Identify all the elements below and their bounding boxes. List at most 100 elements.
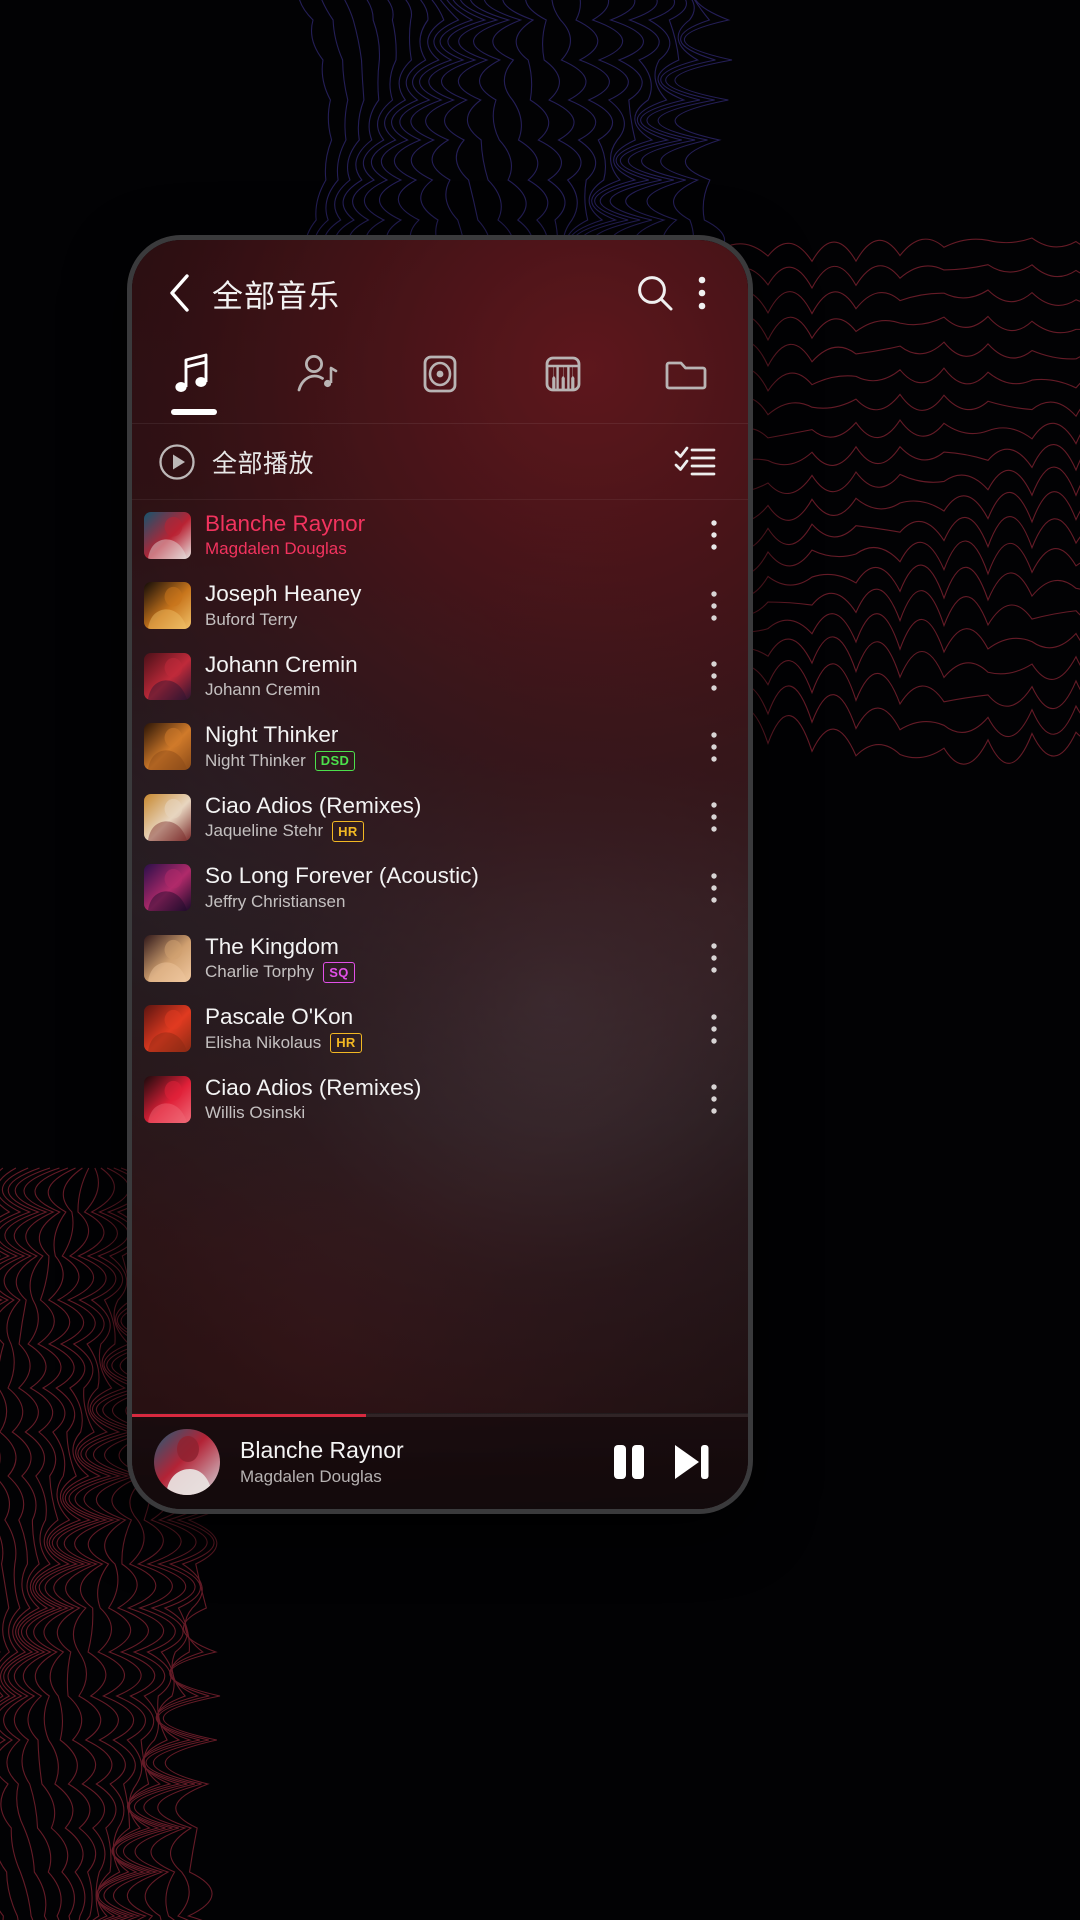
track-meta: Joseph Heaney Buford Terry <box>205 581 694 630</box>
artwork-image <box>144 652 191 700</box>
track-artist: Buford Terry <box>205 609 298 629</box>
track-subtitle-line: Night Thinker DSD <box>205 750 688 772</box>
track-title: The Kingdom <box>205 933 339 959</box>
pause-icon <box>614 1444 644 1479</box>
more-vertical-icon <box>711 802 717 832</box>
artwork-image <box>144 793 191 841</box>
tab-active-indicator <box>294 409 340 415</box>
overflow-menu-button[interactable] <box>682 266 722 320</box>
track-meta: Johann Cremin Johann Cremin <box>205 652 694 701</box>
chevron-left-icon <box>170 274 189 312</box>
more-vertical-icon <box>711 732 717 762</box>
track-row[interactable]: Blanche Raynor Magdalen Douglas <box>132 500 748 571</box>
track-meta: Ciao Adios (Remixes) Jaqueline Stehr HR <box>205 793 694 842</box>
track-overflow-button[interactable] <box>694 1001 734 1057</box>
track-title: Ciao Adios (Remixes) <box>205 1074 422 1100</box>
quality-badge: SQ <box>323 962 355 983</box>
artwork-image <box>144 511 191 559</box>
track-subtitle-line: Johann Cremin <box>205 680 688 700</box>
track-artwork <box>144 793 191 841</box>
track-artwork <box>144 511 191 559</box>
track-row[interactable]: Ciao Adios (Remixes) Jaqueline Stehr HR <box>132 782 748 853</box>
track-artwork <box>144 1005 191 1053</box>
app-header: 全部音乐 <box>132 240 748 346</box>
track-overflow-button[interactable] <box>694 578 734 634</box>
track-meta: The Kingdom Charlie Torphy SQ <box>205 934 694 983</box>
track-artwork <box>144 582 191 630</box>
track-subtitle-line: Elisha Nikolaus HR <box>205 1032 688 1054</box>
track-row[interactable]: So Long Forever (Acoustic) Jeffry Christ… <box>132 853 748 924</box>
track-overflow-button[interactable] <box>694 930 734 986</box>
track-title: So Long Forever (Acoustic) <box>205 863 479 889</box>
track-artwork <box>144 934 191 982</box>
more-vertical-icon <box>711 520 717 550</box>
playback-progress-bar[interactable] <box>132 1414 748 1417</box>
tab-active-indicator <box>540 409 586 415</box>
next-track-button[interactable] <box>660 1431 722 1493</box>
category-tabbar <box>132 346 748 424</box>
track-overflow-button[interactable] <box>694 719 734 775</box>
track-subtitle-line: Jeffry Christiansen <box>205 892 688 912</box>
track-subtitle-line: Magdalen Douglas <box>205 539 688 559</box>
track-title: Night Thinker <box>205 722 339 748</box>
play-all-label: 全部播放 <box>212 449 315 478</box>
track-artist: Charlie Torphy <box>205 962 315 982</box>
artwork-image <box>144 1005 191 1053</box>
music-app: 全部音乐 全部播放 Blanche Raynor Magdalen Dougla… <box>132 240 748 1509</box>
track-row[interactable]: Ciao Adios (Remixes) Willis Osinski <box>132 1064 748 1135</box>
track-meta: Blanche Raynor Magdalen Douglas <box>205 511 694 560</box>
more-vertical-icon <box>711 591 717 621</box>
now-playing-meta: Blanche Raynor Magdalen Douglas <box>240 1437 598 1487</box>
track-subtitle-line: Jaqueline Stehr HR <box>205 821 688 842</box>
multiselect-button[interactable] <box>668 435 722 489</box>
pause-button[interactable] <box>598 1431 660 1493</box>
track-artist: Willis Osinski <box>205 1103 306 1123</box>
track-overflow-button[interactable] <box>694 860 734 916</box>
more-vertical-icon <box>711 661 717 691</box>
track-overflow-button[interactable] <box>694 648 734 704</box>
tab-folders[interactable] <box>625 345 748 423</box>
track-title: Pascale O'Kon <box>205 1004 354 1030</box>
track-overflow-button[interactable] <box>694 789 734 845</box>
track-artwork <box>144 1075 191 1123</box>
tab-albums[interactable] <box>378 345 501 423</box>
track-meta: So Long Forever (Acoustic) Jeffry Christ… <box>205 863 694 912</box>
tab-songs[interactable] <box>132 345 255 423</box>
track-title: Blanche Raynor <box>205 510 366 536</box>
track-row[interactable]: Pascale O'Kon Elisha Nikolaus HR <box>132 994 748 1065</box>
track-row[interactable]: Johann Cremin Johann Cremin <box>132 641 748 712</box>
track-artist: Magdalen Douglas <box>205 539 347 559</box>
track-artwork <box>144 652 191 700</box>
now-playing-bar[interactable]: Blanche Raynor Magdalen Douglas <box>132 1413 748 1509</box>
quality-badge: HR <box>330 1032 362 1054</box>
page-title: 全部音乐 <box>212 278 340 314</box>
more-vertical-icon <box>711 1014 717 1044</box>
track-title: Johann Cremin <box>205 651 358 677</box>
checklist-icon <box>674 446 716 475</box>
track-artist: Elisha Nikolaus <box>205 1032 322 1052</box>
more-vertical-icon <box>711 943 717 973</box>
track-row[interactable]: The Kingdom Charlie Torphy SQ <box>132 923 748 994</box>
track-list[interactable]: Blanche Raynor Magdalen Douglas Joseph H… <box>132 500 748 1413</box>
tab-genres[interactable] <box>502 345 625 423</box>
now-playing-title: Blanche Raynor <box>240 1436 404 1463</box>
track-title: Joseph Heaney <box>205 581 362 607</box>
artwork-image <box>144 934 191 982</box>
phone-device-frame: 全部音乐 全部播放 Blanche Raynor Magdalen Dougla… <box>127 235 753 1514</box>
play-all-row[interactable]: 全部播放 <box>132 424 748 500</box>
tab-active-indicator <box>170 409 217 415</box>
tab-artists[interactable] <box>255 345 378 423</box>
folder-icon <box>666 361 707 390</box>
track-overflow-button[interactable] <box>694 507 734 563</box>
track-row[interactable]: Night Thinker Night Thinker DSD <box>132 712 748 783</box>
search-button[interactable] <box>628 266 682 320</box>
track-meta: Pascale O'Kon Elisha Nikolaus HR <box>205 1004 694 1054</box>
play-circle-icon <box>159 443 195 480</box>
now-playing-artist: Magdalen Douglas <box>240 1466 382 1486</box>
more-vertical-icon <box>711 873 717 903</box>
track-artist: Jaqueline Stehr <box>205 821 324 841</box>
track-row[interactable]: Joseph Heaney Buford Terry <box>132 571 748 642</box>
track-overflow-button[interactable] <box>694 1071 734 1127</box>
track-subtitle-line: Buford Terry <box>205 610 688 630</box>
back-button[interactable] <box>158 271 202 315</box>
